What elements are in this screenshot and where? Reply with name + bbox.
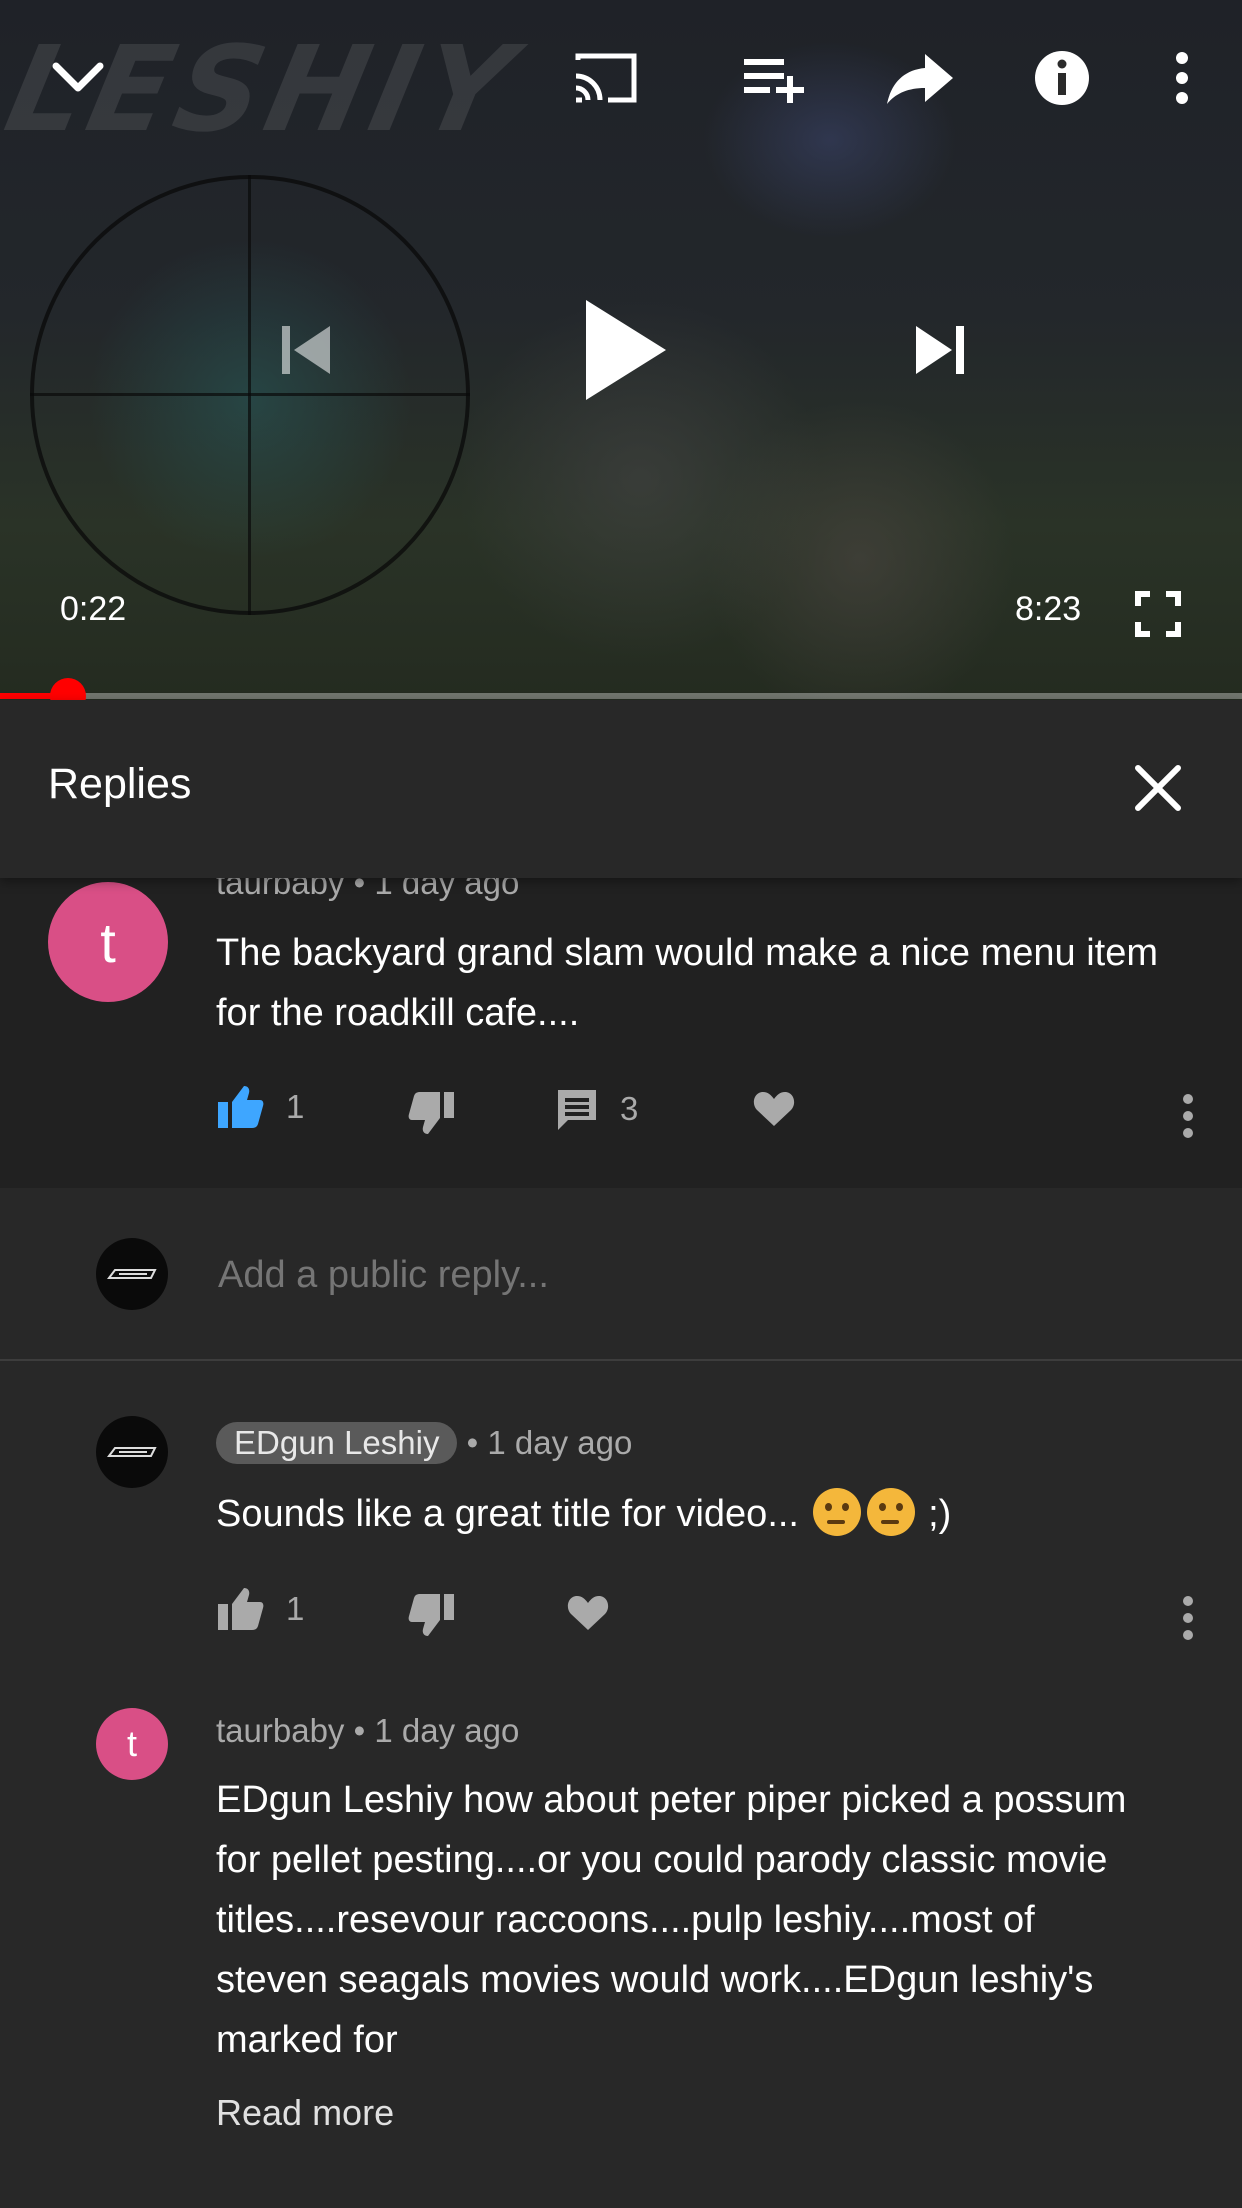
view-replies-button[interactable]: 3	[556, 1088, 638, 1130]
fullscreen-icon[interactable]	[1130, 586, 1186, 642]
meta-separator: •	[466, 1424, 488, 1461]
avatar[interactable]: t	[48, 882, 168, 1002]
creator-author-badge[interactable]: EDgun Leshiy	[216, 1422, 458, 1464]
duration: 8:23	[1015, 590, 1082, 628]
comment-text: The backyard grand slam would make a nic…	[216, 932, 1159, 1034]
avatar[interactable]: t	[96, 1708, 168, 1780]
comment-text-main: Sounds like a great title for video...	[216, 1493, 799, 1535]
heart-button[interactable]	[752, 1090, 796, 1128]
comment-text: Sounds like a great title for video... ;…	[216, 1484, 1196, 1544]
read-more-link[interactable]: Read more	[216, 2092, 394, 2134]
heart-icon	[753, 1092, 795, 1126]
comment-age: 1 day ago	[487, 1424, 633, 1461]
progress-scrubber-handle[interactable]	[50, 678, 86, 700]
comment-age: 1 day ago	[374, 878, 520, 901]
comment-meta: taurbaby • 1 day ago	[216, 1712, 519, 1750]
comment-author[interactable]: taurbaby	[216, 878, 344, 901]
meta-separator: •	[353, 1712, 375, 1749]
comment-meta: EDgun Leshiy • 1 day ago	[216, 1422, 632, 1464]
heart-button[interactable]	[566, 1594, 610, 1632]
add-to-queue-icon[interactable]	[738, 42, 810, 114]
play-icon[interactable]	[570, 290, 680, 410]
comment-age: 1 day ago	[374, 1712, 520, 1749]
heart-icon	[567, 1596, 609, 1630]
thinking-face-emoji-icon	[866, 1487, 915, 1536]
replies-title: Replies	[48, 760, 192, 808]
like-button[interactable]: 1	[216, 1586, 304, 1632]
avatar	[96, 1238, 168, 1310]
parent-comment: t taurbaby • 1 day ago The backyard gran…	[0, 878, 1242, 1188]
comment-text-tail: ;)	[928, 1493, 952, 1535]
comment-author[interactable]: taurbaby	[216, 1712, 344, 1749]
progress-track[interactable]	[0, 693, 1242, 699]
comment-icon	[558, 1090, 596, 1130]
share-icon[interactable]	[884, 42, 956, 114]
previous-video-icon[interactable]	[266, 310, 346, 390]
dislike-button[interactable]	[408, 1090, 456, 1136]
channel-logo-icon	[107, 1447, 157, 1457]
comment-more-icon[interactable]	[1178, 1596, 1198, 1640]
thumbs-up-icon	[218, 1588, 264, 1630]
more-options-icon[interactable]	[1146, 42, 1218, 114]
comment-meta: taurbaby • 1 day ago	[216, 878, 519, 902]
dislike-button[interactable]	[408, 1592, 456, 1638]
thumbs-up-icon	[218, 1086, 264, 1128]
reply-count: 3	[620, 1090, 639, 1127]
like-button[interactable]: 1	[216, 1084, 304, 1130]
video-player[interactable]: LESHIY 0:22 8:23	[0, 0, 1242, 700]
next-video-icon[interactable]	[900, 310, 980, 390]
replies-header: Replies	[0, 700, 1242, 878]
like-count: 1	[286, 1590, 305, 1627]
comment-text: EDgun Leshiy how about peter piper picke…	[216, 1779, 1127, 2061]
close-icon[interactable]	[1130, 760, 1186, 816]
avatar[interactable]	[96, 1416, 168, 1488]
comment-more-icon[interactable]	[1178, 1094, 1198, 1138]
current-time: 0:22	[60, 590, 127, 628]
thumbs-down-icon	[408, 1092, 454, 1134]
public-reply-input[interactable]	[216, 1253, 1180, 1298]
thumbs-down-icon	[408, 1594, 454, 1636]
thinking-face-emoji-icon	[812, 1487, 861, 1536]
channel-logo-icon	[107, 1269, 157, 1279]
cast-icon[interactable]	[570, 42, 642, 114]
info-icon[interactable]	[1026, 42, 1098, 114]
meta-separator: •	[353, 878, 375, 901]
like-count: 1	[286, 1088, 305, 1125]
add-reply-row	[0, 1188, 1242, 1361]
scope-crosshair-vertical	[248, 175, 251, 615]
minimize-chevron-icon[interactable]	[42, 42, 114, 114]
